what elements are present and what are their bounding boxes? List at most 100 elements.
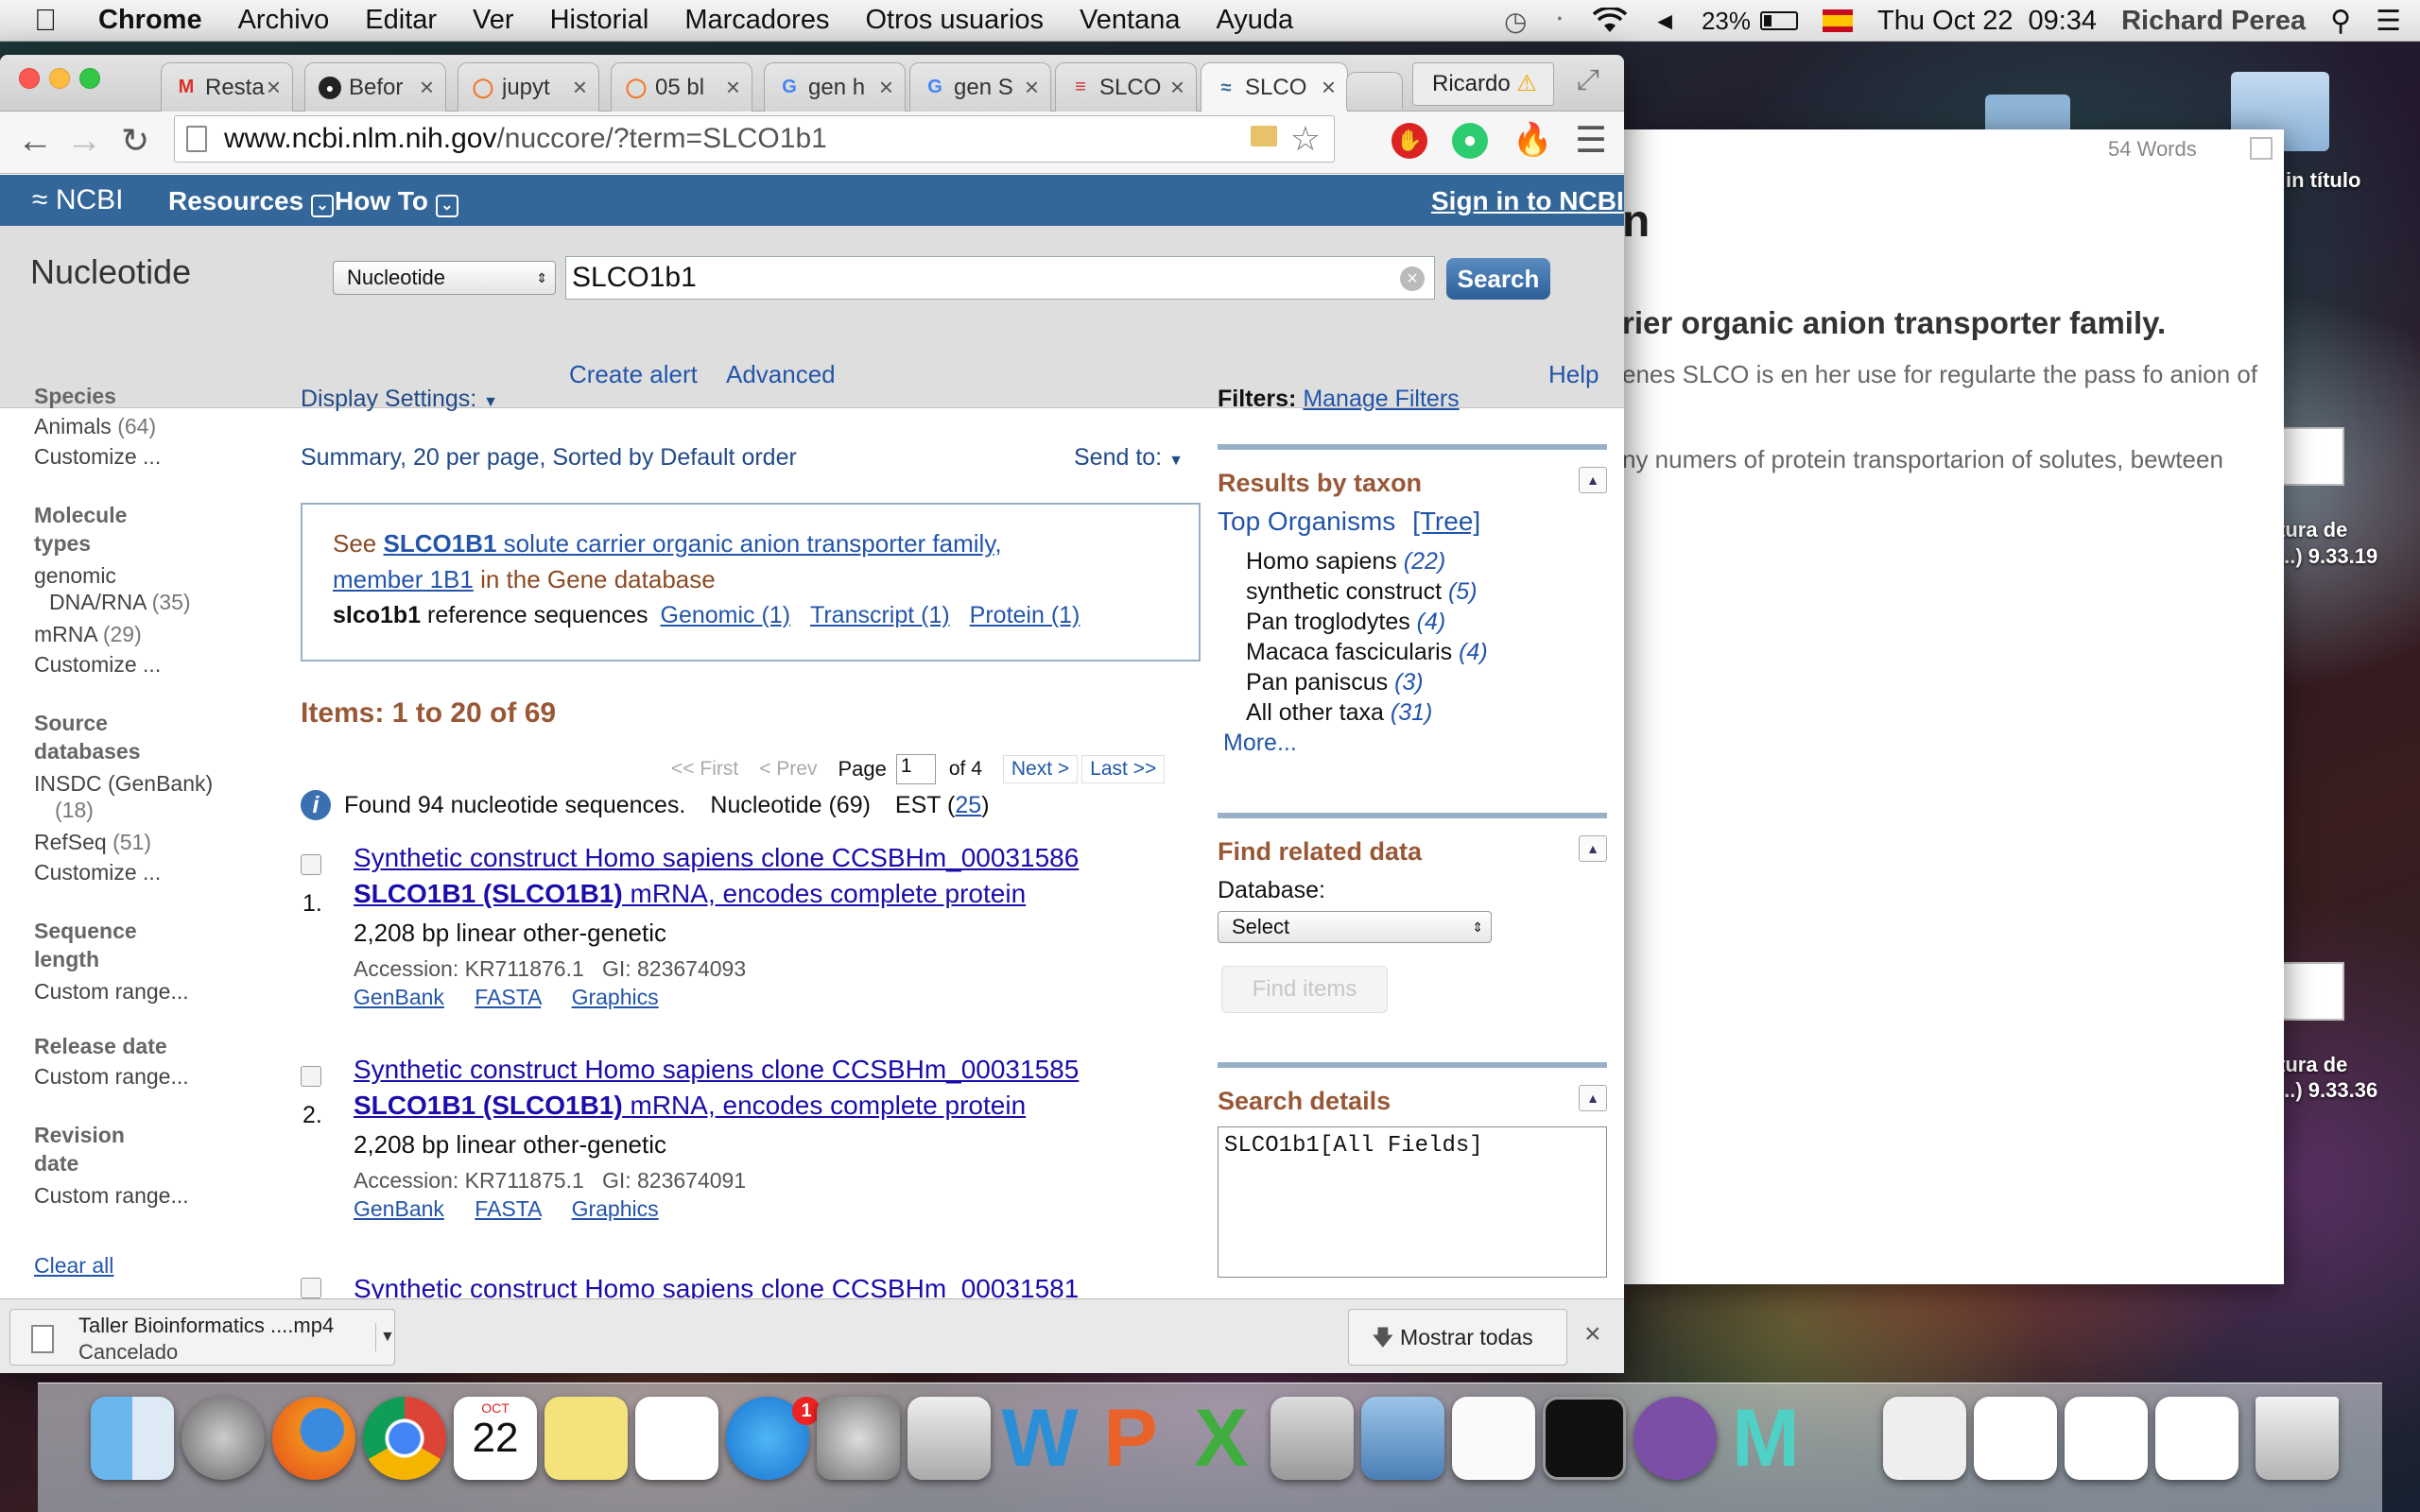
time-machine-icon[interactable]: ◷ — [1504, 6, 1527, 37]
transcript-link[interactable]: Transcript (1) — [810, 602, 950, 628]
close-tab-icon[interactable]: × — [267, 73, 281, 102]
organism-item[interactable]: Pan paniscus (3) — [1246, 669, 1424, 696]
menu-app[interactable]: Chrome — [98, 5, 202, 36]
organism-item[interactable]: All other taxa (31) — [1246, 699, 1432, 727]
filter-item[interactable]: genomic — [34, 563, 116, 589]
custom-range-link[interactable]: Custom range... — [34, 979, 189, 1005]
close-tab-icon[interactable]: × — [1170, 73, 1184, 102]
word-icon[interactable]: W — [998, 1397, 1081, 1480]
folder-icon[interactable] — [1251, 126, 1277, 146]
flag-es-icon[interactable] — [1823, 9, 1854, 32]
wifi-icon[interactable] — [1592, 8, 1628, 34]
battery-icon[interactable] — [1760, 11, 1799, 30]
finder-icon[interactable] — [91, 1397, 174, 1480]
clear-all-link[interactable]: Clear all — [34, 1253, 113, 1279]
customize-link[interactable]: Customize ... — [34, 444, 161, 470]
custom-range-link[interactable]: Custom range... — [34, 1183, 189, 1209]
system-preferences-icon[interactable] — [817, 1397, 900, 1480]
close-downloads-icon[interactable]: × — [1584, 1318, 1601, 1350]
folder-icon[interactable] — [1985, 94, 2070, 132]
graphics-link[interactable]: Graphics — [572, 1196, 659, 1221]
download-item[interactable]: Taller Bioinformatics ....mp4 Cancelado … — [9, 1309, 395, 1366]
terminal-icon[interactable] — [1543, 1397, 1626, 1480]
genomic-link[interactable]: Genomic (1) — [661, 602, 791, 628]
adblock-extension-icon[interactable]: ✋ — [1392, 123, 1427, 159]
related-database-select[interactable]: Select ⇕ — [1218, 911, 1492, 943]
search-details-textarea[interactable]: SLCO1b1[All Fields] — [1218, 1126, 1607, 1278]
more-organisms-link[interactable]: More... — [1223, 730, 1297, 757]
download-menu-caret-icon[interactable]: ▼ — [375, 1323, 395, 1351]
search-input[interactable]: SLCO1b1 × — [565, 256, 1435, 300]
fullscreen-icon[interactable] — [2250, 137, 2273, 160]
fasta-link[interactable]: FASTA — [475, 985, 541, 1009]
photo-stack-icon[interactable] — [1883, 1397, 1966, 1480]
menu-item[interactable]: Ver — [473, 5, 514, 36]
excel-icon[interactable]: X — [1180, 1397, 1263, 1480]
collapse-icon[interactable]: ▲ — [1579, 467, 1607, 493]
gene-link[interactable]: member 1B1 — [333, 565, 474, 593]
last-page-link[interactable]: Last >> — [1081, 755, 1166, 783]
organism-item[interactable]: Pan troglodytes (4) — [1246, 609, 1445, 636]
advanced-search-link[interactable]: Advanced — [726, 360, 836, 389]
result-checkbox[interactable] — [301, 854, 321, 875]
zoom-window-button[interactable] — [79, 68, 100, 89]
browser-tab[interactable]: Ggen S × — [909, 62, 1051, 112]
customize-link[interactable]: Customize ... — [34, 860, 161, 885]
search-button[interactable]: Search — [1446, 258, 1550, 300]
organism-item[interactable]: Homo sapiens (22) — [1246, 548, 1445, 576]
tree-link[interactable]: [Tree] — [1412, 507, 1480, 536]
menu-item[interactable]: Ventana — [1080, 5, 1180, 36]
clear-search-icon[interactable]: × — [1400, 266, 1425, 291]
close-tab-icon[interactable]: × — [573, 73, 587, 102]
page-input[interactable]: 1 — [895, 754, 936, 784]
organism-item[interactable]: Macaca fascicularis (4) — [1246, 639, 1488, 666]
result-checkbox[interactable] — [301, 1278, 321, 1298]
forward-icon[interactable]: → — [66, 121, 102, 162]
result-checkbox[interactable] — [301, 1066, 321, 1087]
chrome-icon[interactable] — [363, 1397, 446, 1480]
spotlight-search-icon[interactable]: ⚲ — [2330, 5, 2351, 38]
find-items-button[interactable]: Find items — [1221, 966, 1388, 1013]
first-page-link[interactable]: << First — [671, 758, 738, 781]
preview-icon[interactable] — [1361, 1397, 1444, 1480]
calculator-icon[interactable] — [1270, 1397, 1354, 1480]
browser-tab[interactable]: ≡ SLCO × — [1055, 62, 1197, 112]
trash-icon[interactable] — [2256, 1397, 2339, 1480]
display-settings-menu[interactable]: Display Settings: ▼ — [301, 386, 498, 413]
next-page-link[interactable]: Next > — [1002, 755, 1079, 783]
calendar-icon[interactable]: OCT 22 — [454, 1397, 537, 1480]
downloads-stack-icon[interactable] — [2155, 1397, 2238, 1480]
macdown-icon[interactable]: M — [1724, 1397, 1807, 1480]
organism-item[interactable]: synthetic construct (5) — [1246, 578, 1478, 606]
github-desktop-icon[interactable] — [1634, 1397, 1717, 1480]
protein-link[interactable]: Protein (1) — [970, 602, 1080, 628]
browser-tab[interactable]: ● Befor × — [304, 62, 446, 112]
filter-item[interactable]: DNA/RNA (35) — [49, 590, 191, 615]
close-window-button[interactable] — [19, 68, 40, 89]
bookmark-star-icon[interactable]: ☆ — [1290, 116, 1321, 162]
result-title[interactable]: SLCO1B1 (SLCO1B1) mRNA, encodes complete… — [354, 879, 1026, 909]
prev-page-link[interactable]: < Prev — [759, 758, 817, 781]
reload-icon[interactable]: ↻ — [121, 121, 149, 161]
fullscreen-icon[interactable]: ⤢ — [1577, 64, 1599, 96]
bluetooth-icon[interactable]: ᛫ — [1551, 6, 1567, 36]
result-title[interactable]: Synthetic construct Homo sapiens clone C… — [354, 1274, 1079, 1298]
robot-icon[interactable] — [908, 1397, 991, 1480]
filter-item[interactable]: Animals (64) — [34, 414, 156, 439]
close-tab-icon[interactable]: × — [420, 73, 434, 102]
screenshot-stack-icon[interactable] — [2065, 1397, 2148, 1480]
menu-item[interactable]: Historial — [550, 5, 649, 36]
browser-tab[interactable]: ◯ 05 bl × — [611, 62, 752, 112]
result-title[interactable]: Synthetic construct Homo sapiens clone C… — [354, 843, 1079, 873]
launchpad-icon[interactable] — [182, 1397, 265, 1480]
create-alert-link[interactable]: Create alert — [569, 360, 698, 389]
browser-tab[interactable]: ◯ jupyt × — [458, 62, 599, 112]
collapse-icon[interactable]: ▲ — [1579, 1085, 1607, 1111]
graphics-link[interactable]: Graphics — [572, 985, 659, 1009]
reminders-icon[interactable] — [635, 1397, 718, 1480]
menu-item[interactable]: Archivo — [238, 5, 330, 36]
custom-range-link[interactable]: Custom range... — [34, 1064, 189, 1090]
ncbi-logo[interactable]: ≈ NCBI — [32, 184, 124, 216]
browser-tab[interactable]: M Resta × — [161, 62, 293, 112]
screenshot-stack-icon[interactable] — [1974, 1397, 2057, 1480]
